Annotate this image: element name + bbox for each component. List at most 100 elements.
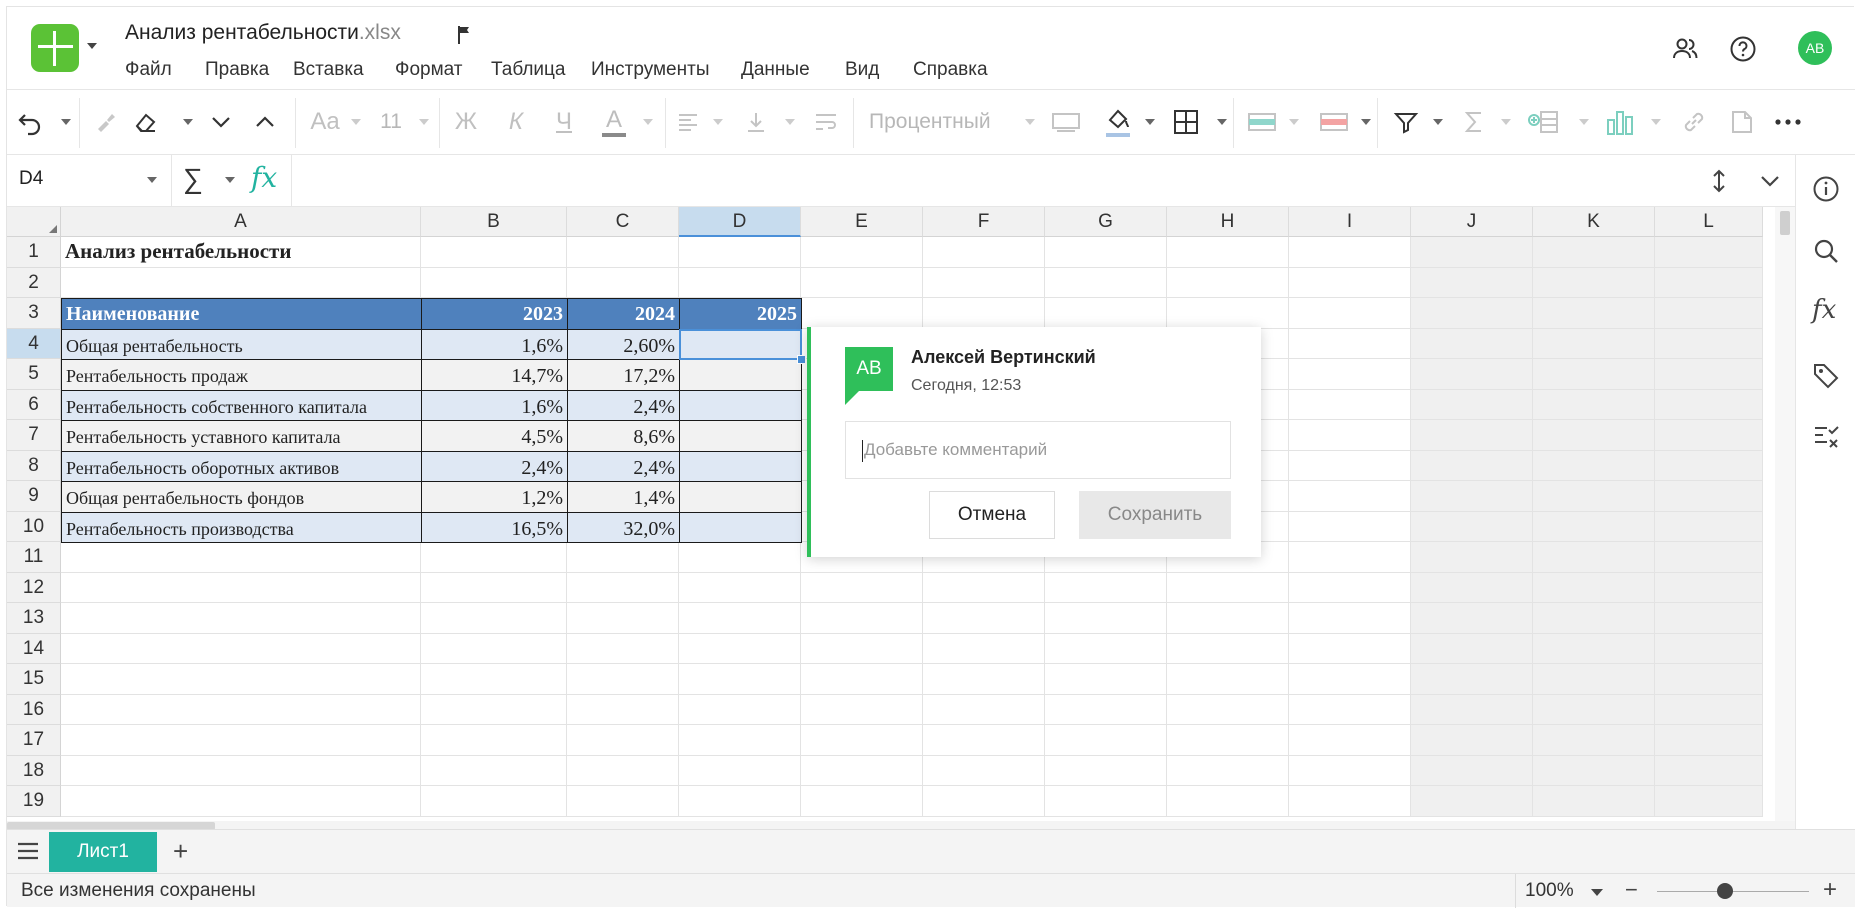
link-icon[interactable] [1677, 105, 1711, 139]
grid-cell[interactable] [1655, 633, 1763, 664]
grid-cell[interactable] [567, 603, 679, 634]
grid-cell[interactable] [1533, 328, 1655, 359]
grid-cell[interactable] [421, 664, 567, 695]
grid-cell[interactable] [1411, 237, 1533, 268]
grid-cell[interactable] [1411, 572, 1533, 603]
grid-cell[interactable] [923, 603, 1045, 634]
zoom-slider-handle[interactable] [1717, 883, 1734, 899]
chevron-down-icon[interactable] [207, 105, 235, 139]
metric-value-cell[interactable] [679, 389, 802, 421]
menu-table[interactable]: Таблица [491, 59, 566, 81]
grid-cell[interactable] [679, 755, 801, 786]
save-button[interactable]: Сохранить [1079, 491, 1231, 539]
grid-cell[interactable] [1411, 633, 1533, 664]
metric-value-cell[interactable]: 2,60% [567, 328, 680, 360]
menu-format[interactable]: Формат [395, 59, 463, 81]
metric-value-cell[interactable]: 16,5% [421, 511, 568, 543]
metric-name-cell[interactable]: Общая рентабельность [61, 328, 422, 360]
name-box-dropdown-icon[interactable] [147, 177, 157, 183]
grid-cell[interactable] [679, 267, 801, 298]
zoom-in-button[interactable]: + [1823, 876, 1837, 904]
row-header-1[interactable]: 1 [7, 237, 61, 268]
grid-cell[interactable] [567, 664, 679, 695]
row-header-2[interactable]: 2 [7, 267, 61, 298]
clear-validation-icon[interactable] [1812, 423, 1840, 451]
grid-cell[interactable] [679, 572, 801, 603]
grid-cell[interactable] [1289, 542, 1411, 573]
grid-cell[interactable] [1411, 420, 1533, 451]
column-header-e[interactable]: E [801, 207, 923, 237]
grid-cell[interactable] [1533, 633, 1655, 664]
grid-cell[interactable] [801, 267, 923, 298]
row-header-10[interactable]: 10 [7, 511, 61, 542]
grid-cell[interactable] [801, 572, 923, 603]
italic-button[interactable]: К [501, 105, 531, 139]
column-header-l[interactable]: L [1655, 207, 1763, 237]
grid-cell[interactable] [61, 694, 421, 725]
row-header-11[interactable]: 11 [7, 542, 61, 573]
grid-cell[interactable] [1045, 572, 1167, 603]
cancel-button[interactable]: Отмена [929, 491, 1055, 539]
expand-vertical-icon[interactable] [1709, 169, 1729, 193]
grid-cell[interactable] [1655, 755, 1763, 786]
grid-cell[interactable] [1411, 359, 1533, 390]
grid-cell[interactable] [1655, 664, 1763, 695]
metric-value-cell[interactable] [679, 450, 802, 482]
row-header-14[interactable]: 14 [7, 633, 61, 664]
metric-value-cell[interactable]: 2,4% [567, 389, 680, 421]
row-header-7[interactable]: 7 [7, 420, 61, 451]
insert-function-icon[interactable] [1525, 105, 1561, 139]
grid-cell[interactable] [1533, 725, 1655, 756]
grid-cell[interactable] [679, 603, 801, 634]
chevron-up-icon[interactable] [251, 105, 279, 139]
grid-cell[interactable] [923, 755, 1045, 786]
grid-cell[interactable] [679, 633, 801, 664]
grid-cell[interactable] [1045, 237, 1167, 268]
column-header-g[interactable]: G [1045, 207, 1167, 237]
row-header-5[interactable]: 5 [7, 359, 61, 390]
grid-cell[interactable] [61, 603, 421, 634]
grid-cell[interactable] [801, 237, 923, 268]
grid-cell[interactable] [679, 542, 801, 573]
column-header-h[interactable]: H [1167, 207, 1289, 237]
grid-cell[interactable] [679, 237, 801, 268]
metric-name-cell[interactable]: Рентабельность продаж [61, 359, 422, 391]
sheet-list-icon[interactable] [15, 840, 41, 862]
metric-value-cell[interactable] [679, 481, 802, 513]
grid-cell[interactable] [1411, 786, 1533, 817]
grid-cell[interactable] [1167, 267, 1289, 298]
grid-cell[interactable] [567, 237, 679, 268]
undo-icon[interactable] [15, 105, 45, 139]
autosum-icon[interactable] [1459, 105, 1489, 139]
row-header-4[interactable]: 4 [7, 328, 61, 359]
grid-cell[interactable] [1411, 511, 1533, 542]
grid-cell[interactable] [1045, 786, 1167, 817]
metric-value-cell[interactable]: 32,0% [567, 511, 680, 543]
grid-cell[interactable] [801, 725, 923, 756]
metric-value-cell[interactable]: 4,5% [421, 420, 568, 452]
metric-value-cell[interactable]: 14,7% [421, 359, 568, 391]
metric-value-cell[interactable]: 1,2% [421, 481, 568, 513]
underline-button[interactable]: Ч [549, 105, 579, 139]
grid-cell[interactable] [1655, 694, 1763, 725]
font-color-dropdown-icon[interactable] [643, 119, 653, 125]
row-header-16[interactable]: 16 [7, 694, 61, 725]
metric-value-cell[interactable]: 1,4% [567, 481, 680, 513]
grid-cell[interactable] [61, 572, 421, 603]
delete-cells-icon[interactable] [1317, 105, 1351, 139]
grid-cell[interactable] [421, 755, 567, 786]
grid-cell[interactable] [1289, 420, 1411, 451]
grid-cell[interactable] [1533, 420, 1655, 451]
format-painter-icon[interactable] [91, 105, 121, 139]
grid-cell[interactable] [1655, 389, 1763, 420]
vertical-scrollbar[interactable] [1775, 207, 1795, 821]
grid-cell[interactable] [421, 786, 567, 817]
chevron-down-icon[interactable] [87, 43, 97, 49]
zoom-out-button[interactable]: − [1625, 877, 1638, 903]
row-header-18[interactable]: 18 [7, 755, 61, 786]
grid-cell[interactable] [1289, 664, 1411, 695]
grid-cell[interactable] [1045, 603, 1167, 634]
metric-name-cell[interactable]: Рентабельность оборотных активов [61, 450, 422, 482]
zoom-slider-track[interactable] [1657, 891, 1809, 892]
grid-cell[interactable] [1655, 237, 1763, 268]
